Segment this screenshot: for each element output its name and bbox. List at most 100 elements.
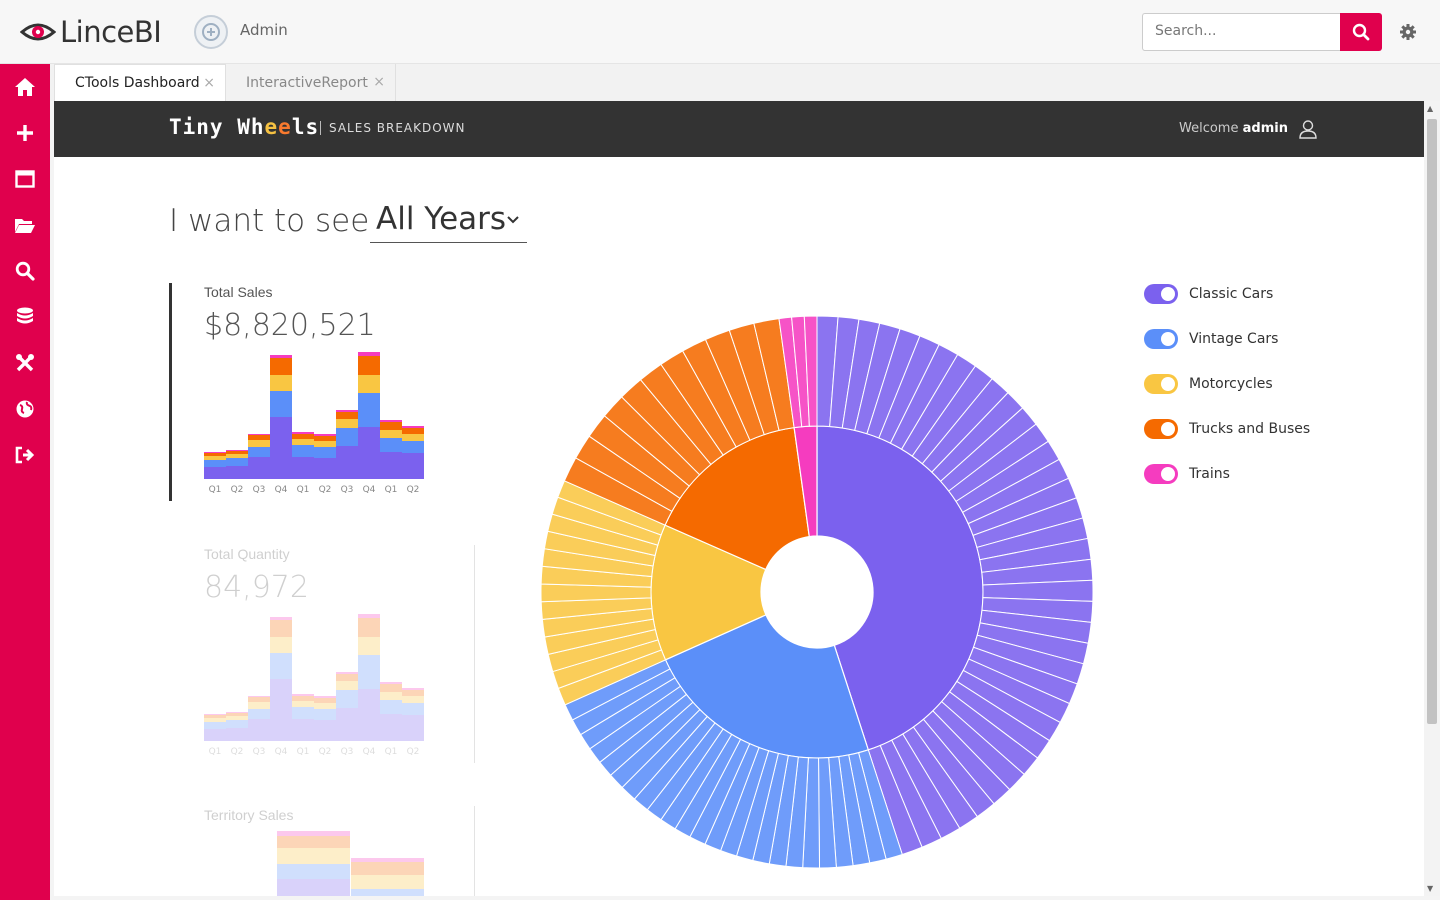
legend-toggle[interactable] bbox=[1144, 329, 1178, 349]
legend-label: Classic Cars bbox=[1189, 286, 1274, 302]
sales-sunburst-chart[interactable] bbox=[537, 312, 1097, 872]
mini-bar bbox=[314, 720, 336, 741]
tab-interactive-report[interactable]: InteractiveReport × bbox=[226, 64, 396, 101]
sidebar-item-browse[interactable] bbox=[0, 205, 50, 245]
user-name[interactable]: Admin bbox=[240, 21, 288, 39]
sidebar-item-tools[interactable] bbox=[0, 343, 50, 383]
legend-item[interactable]: Classic Cars bbox=[1144, 283, 1273, 305]
mini-bar bbox=[402, 715, 424, 741]
kpi-total-sales-label[interactable]: Total Sales bbox=[204, 284, 272, 300]
mini-bar bbox=[402, 696, 424, 703]
mini-bar bbox=[336, 428, 358, 446]
mini-bar bbox=[248, 447, 270, 457]
kpi-territory-sales-label[interactable]: Territory Sales bbox=[204, 807, 293, 823]
mini-bar bbox=[292, 439, 314, 445]
mini-bar bbox=[204, 453, 226, 456]
kpi-total-quantity-value[interactable]: 84,972 bbox=[204, 570, 309, 605]
legend-toggle[interactable] bbox=[1144, 374, 1178, 394]
mini-bar bbox=[292, 445, 314, 457]
mini-bar bbox=[351, 858, 424, 862]
quarter-label: Q4 bbox=[363, 485, 376, 495]
quarter-label: Q2 bbox=[319, 485, 332, 495]
quarter-label: Q1 bbox=[297, 485, 310, 495]
kpi-total-sales-value[interactable]: $8,820,521 bbox=[204, 308, 376, 343]
settings-button[interactable] bbox=[1396, 20, 1420, 44]
scroll-thumb[interactable] bbox=[1427, 119, 1437, 724]
mini-bar bbox=[226, 716, 248, 720]
mini-bar bbox=[204, 715, 226, 718]
mini-bar bbox=[358, 375, 380, 393]
close-icon[interactable]: × bbox=[373, 75, 385, 89]
tab-ctools-dashboard[interactable]: CTools Dashboard × bbox=[54, 64, 226, 101]
close-icon[interactable]: × bbox=[203, 76, 215, 90]
quarter-label: Q2 bbox=[407, 747, 420, 757]
mini-bar bbox=[292, 696, 314, 701]
search-button[interactable] bbox=[1340, 13, 1382, 51]
search-input[interactable]: Search... bbox=[1142, 13, 1340, 51]
app-logo[interactable]: LinceBI bbox=[20, 14, 162, 50]
sidebar-item-logout[interactable] bbox=[0, 435, 50, 475]
mini-bar bbox=[204, 718, 226, 722]
sidebar-item-marketplace[interactable] bbox=[0, 389, 50, 429]
total-quantity-mini-chart[interactable]: Q1 Q2 Q3 Q4 Q1 Q2 Q3 Q4 Q1 Q2 bbox=[204, 603, 426, 763]
mini-bar bbox=[314, 436, 336, 441]
scrollbar[interactable]: ▲ ▼ bbox=[1424, 101, 1440, 896]
plus-icon bbox=[17, 125, 33, 141]
scroll-up-icon[interactable]: ▲ bbox=[1427, 104, 1433, 113]
brand-text: ls bbox=[291, 115, 320, 139]
mini-bar bbox=[380, 692, 402, 700]
kpi-total-quantity-label[interactable]: Total Quantity bbox=[204, 546, 290, 562]
territory-sales-mini-chart[interactable] bbox=[204, 831, 426, 896]
legend-item[interactable]: Vintage Cars bbox=[1144, 328, 1278, 350]
search-icon bbox=[15, 261, 35, 281]
mini-bar bbox=[248, 440, 270, 447]
mini-bar bbox=[226, 450, 248, 451]
mini-bar bbox=[336, 410, 358, 412]
mini-bar bbox=[358, 655, 380, 689]
mini-bar bbox=[204, 456, 226, 460]
sidebar-item-new[interactable] bbox=[0, 113, 50, 153]
mini-bar bbox=[226, 451, 248, 454]
mini-bar bbox=[270, 617, 292, 620]
total-sales-mini-chart[interactable]: Q1 Q2 Q3 Q4 Q1 Q2 Q3 Q4 Q1 Q2 bbox=[204, 341, 426, 501]
mini-bar bbox=[358, 637, 380, 655]
mini-bar bbox=[314, 698, 336, 703]
mini-bar bbox=[380, 430, 402, 438]
database-icon bbox=[17, 307, 33, 324]
mini-bar bbox=[292, 694, 314, 696]
mini-bar bbox=[380, 420, 402, 422]
mini-bar bbox=[270, 358, 292, 375]
folder-icon bbox=[15, 219, 35, 233]
year-filter-label: I want to see bbox=[169, 203, 370, 239]
user-icon[interactable] bbox=[1298, 119, 1318, 139]
year-select[interactable]: All Years bbox=[370, 201, 527, 243]
legend-item[interactable]: Trucks and Buses bbox=[1144, 418, 1310, 440]
sidebar-item-home[interactable] bbox=[0, 67, 50, 107]
legend-item[interactable]: Trains bbox=[1144, 463, 1230, 485]
legend-item[interactable]: Motorcycles bbox=[1144, 373, 1273, 395]
mini-bar bbox=[292, 432, 314, 434]
mini-bar bbox=[351, 875, 424, 889]
scroll-down-icon[interactable]: ▼ bbox=[1427, 884, 1433, 893]
mini-bar bbox=[204, 467, 226, 479]
sidebar-item-windows[interactable] bbox=[0, 159, 50, 199]
sidebar-item-search[interactable] bbox=[0, 251, 50, 291]
mini-bar bbox=[314, 447, 336, 458]
welcome-user: admin bbox=[1242, 121, 1288, 136]
dashboard-brand: Tiny Wheels bbox=[169, 115, 319, 139]
sidebar-item-datasources[interactable] bbox=[0, 297, 50, 337]
legend-label: Trains bbox=[1189, 466, 1230, 482]
quarter-label: Q4 bbox=[275, 485, 288, 495]
tab-label: InteractiveReport bbox=[246, 74, 368, 91]
mini-bar bbox=[248, 457, 270, 479]
legend-toggle[interactable] bbox=[1144, 284, 1178, 304]
avatar[interactable] bbox=[194, 15, 228, 49]
brand-text: e bbox=[278, 115, 292, 139]
mini-bar bbox=[336, 708, 358, 741]
mini-bar bbox=[402, 703, 424, 715]
mini-bar bbox=[270, 391, 292, 417]
legend-toggle[interactable] bbox=[1144, 419, 1178, 439]
mini-bar bbox=[270, 375, 292, 391]
legend-toggle[interactable] bbox=[1144, 464, 1178, 484]
mini-bar bbox=[336, 690, 358, 708]
